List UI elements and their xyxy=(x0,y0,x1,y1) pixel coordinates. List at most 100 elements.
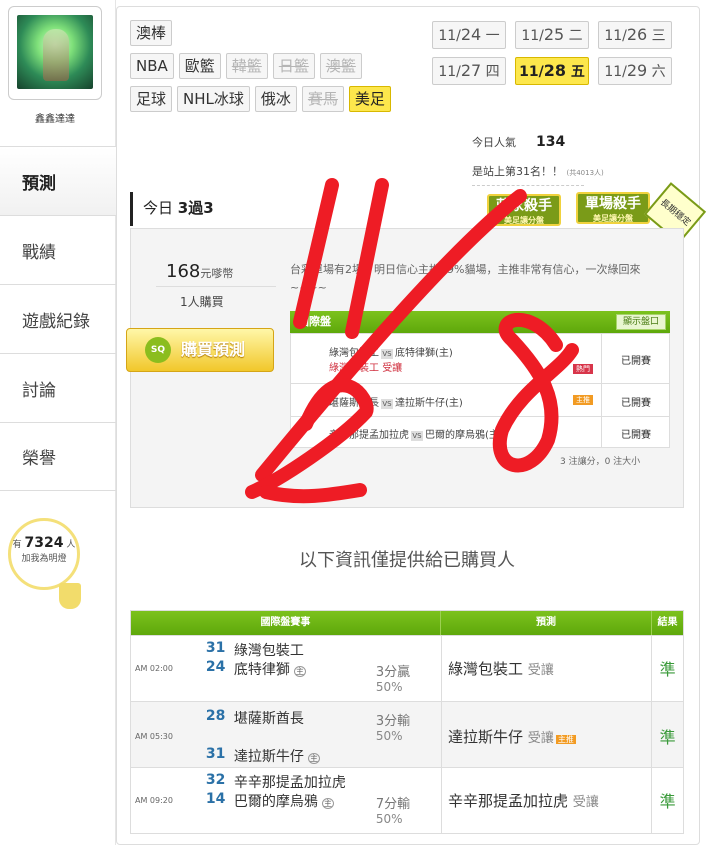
rank-text: 是站上第31名！！ (共4013人) xyxy=(472,163,604,179)
team-away: 堪薩斯酋長 xyxy=(233,711,304,727)
fans-suffix: 人 xyxy=(66,540,76,550)
team-home: 巴爾的摩烏鴉主 xyxy=(234,791,334,811)
sidebar-item-game-history[interactable]: 遊戲紀錄 xyxy=(0,284,116,353)
result-mark: 準 xyxy=(659,792,676,811)
league-tag-nba[interactable]: NBA xyxy=(130,53,174,79)
sidebar-item-label: 遊戲紀錄 xyxy=(22,311,90,332)
spread-percent: 50% xyxy=(375,812,403,826)
divider xyxy=(156,286,276,287)
popularity: 今日人氣 134 xyxy=(472,134,565,150)
game-time: AM 05:30 xyxy=(135,732,173,741)
host-mark: 主 xyxy=(321,798,334,809)
pick-team: 綠灣包裝工 xyxy=(329,363,379,374)
today-record: 今日 3過3 xyxy=(130,192,470,226)
team-home: 底特律獅(主) xyxy=(395,348,453,359)
date-button-selected[interactable]: 11/28 五 xyxy=(515,57,589,85)
pick-team: 達拉斯牛仔 xyxy=(448,728,524,746)
team-home: 巴爾的摩烏鴉(主) xyxy=(425,430,503,441)
show-odds-button[interactable]: 顯示盤口 xyxy=(615,314,666,330)
date-day: 26 xyxy=(626,25,648,44)
date-day: 25 xyxy=(543,25,565,44)
teams: 綠灣包裝工 VS 底特律獅(主) 綠灣包裝工 受讓 xyxy=(329,344,453,374)
league-tag-horse-racing: 賽馬 xyxy=(301,86,344,112)
sidebar-item-record[interactable]: 戰績 xyxy=(0,215,116,284)
sidebar-item-predict[interactable]: 預測 xyxy=(0,146,116,215)
badge-bookmaker-killer: 莊家殺手 美足讓分盤 xyxy=(487,194,561,226)
league-tag-kor-basketball: 韓籃 xyxy=(225,53,268,79)
today-value: 3過3 xyxy=(177,199,214,217)
league-tag-russian-hockey[interactable]: 俄冰 xyxy=(254,86,297,112)
today-label: 今日 xyxy=(143,199,174,217)
date-button[interactable]: 11/27 四 xyxy=(432,57,506,85)
col-header-result: 結果 xyxy=(657,617,678,628)
game-info: 31 綠灣包裝工 24 底特律獅主 3分贏 50% xyxy=(178,636,441,701)
badge-single-killer: 單場殺手 美足讓分盤 xyxy=(576,192,650,224)
teams: 辛辛那提孟加拉虎 VS 巴爾的摩烏鴉(主) xyxy=(329,426,503,441)
divider xyxy=(472,185,584,186)
pick-cell: 綠灣包裝工 受讓 xyxy=(442,636,653,701)
popularity-value: 134 xyxy=(536,134,566,150)
date-day: 29 xyxy=(626,61,648,80)
table-row: AM 05:30 28 堪薩斯酋長 3分輸 50% 31 達拉斯牛仔主 達拉斯牛… xyxy=(131,701,683,767)
league-tag-aus-baseball[interactable]: 澳棒 xyxy=(130,20,173,46)
sidebar-item-honor[interactable]: 榮譽 xyxy=(0,422,116,491)
main-pick-tag: 主推 xyxy=(555,735,576,744)
league-tag-nfl[interactable]: 美足 xyxy=(348,86,391,112)
league-tag-euro-basketball[interactable]: 歐籃 xyxy=(178,53,221,79)
spread-result: 3分輸 xyxy=(375,714,411,729)
pick-type: 受讓 xyxy=(572,795,599,810)
game-info: 28 堪薩斯酋長 3分輸 50% 31 達拉斯牛仔主 xyxy=(178,702,441,767)
mini-table-header: 國際盤 顯示盤口 xyxy=(290,311,670,333)
pick-cell: 達拉斯牛仔 受讓 主推 xyxy=(442,702,653,767)
team-away: 辛辛那提孟加拉虎 xyxy=(233,775,346,791)
date-button[interactable]: 11/24 一 xyxy=(432,21,506,49)
date-button[interactable]: 11/26 三 xyxy=(598,21,672,49)
date-weekday: 二 xyxy=(568,28,583,44)
score-away: 32 xyxy=(205,772,226,788)
purchase-notice: 以下資訊僅提供給已購買人 xyxy=(299,550,515,571)
date-button[interactable]: 11/25 二 xyxy=(515,21,589,49)
col-header-pick: 預測 xyxy=(441,611,653,635)
rank-label: 是站上第31名！！ xyxy=(472,165,563,178)
sidebar-item-label: 討論 xyxy=(22,380,56,401)
pick: 辛辛那提孟加拉虎 受讓 xyxy=(448,790,599,811)
score-home: 14 xyxy=(205,791,226,807)
follow-bulb-button[interactable]: 有 7324 人 加我為明燈 xyxy=(8,518,80,590)
buyer-count: 1人購買 xyxy=(180,295,224,309)
league-tag-aus-basketball: 澳籃 xyxy=(319,53,362,79)
sidebar-item-label: 榮譽 xyxy=(22,449,56,469)
pick: 達拉斯牛仔 受讓 主推 xyxy=(448,726,576,747)
sidebar: 鑫鑫達達 預測 戰績 遊戲紀錄 討論 榮譽 有 7324 人 加我為明燈 xyxy=(0,0,116,845)
team-home-name: 底特律獅 xyxy=(233,662,290,678)
col-header-game: 國際盤賽事 xyxy=(131,611,441,635)
avatar[interactable] xyxy=(8,6,102,100)
game-status: 已開賽 xyxy=(621,430,651,441)
coin-icon: SQ xyxy=(145,337,171,363)
spread-result: 7分輸 xyxy=(375,797,411,812)
result-mark: 準 xyxy=(659,728,676,747)
sidebar-item-discuss[interactable]: 討論 xyxy=(0,353,116,422)
table-row: AM 02:00 31 綠灣包裝工 24 底特律獅主 3分贏 50% 綠灣包裝工… xyxy=(131,635,683,701)
list-item: 綠灣包裝工 VS 底特律獅(主) 綠灣包裝工 受讓 熱門 已開賽 xyxy=(291,334,669,384)
team-home-name: 巴爾的摩烏鴉 xyxy=(233,794,318,810)
date-button[interactable]: 11/29 六 xyxy=(598,57,672,85)
pick-type: 受讓 xyxy=(527,663,554,678)
league-tag-nhl[interactable]: NHL冰球 xyxy=(177,86,250,112)
mini-table-title: 國際盤 xyxy=(298,315,331,328)
vs-icon: VS xyxy=(411,431,423,441)
game-cell: AM 09:20 32 辛辛那提孟加拉虎 14 巴爾的摩烏鴉主 7分輸 50% xyxy=(131,768,442,833)
popularity-label: 今日人氣 xyxy=(472,136,516,149)
sidebar-item-label: 預測 xyxy=(22,173,56,194)
date-day: 24 xyxy=(460,25,482,44)
username[interactable]: 鑫鑫達達 xyxy=(0,110,110,125)
date-weekday: 四 xyxy=(485,64,500,80)
date-month: 11/ xyxy=(604,28,627,44)
game-status: 已開賽 xyxy=(621,356,651,367)
divider xyxy=(601,417,602,447)
badge-subtitle: 美足讓分盤 xyxy=(504,216,544,225)
league-tag-soccer[interactable]: 足球 xyxy=(130,86,173,112)
prediction-description: 台彩單場有2場，明日信心主推99%貓場，主推非常有信心，一次綠回來~~~~ xyxy=(290,263,641,294)
host-mark: 主 xyxy=(293,666,306,677)
pick-type: 受讓 xyxy=(382,363,403,374)
date-month: 11/ xyxy=(604,64,627,80)
